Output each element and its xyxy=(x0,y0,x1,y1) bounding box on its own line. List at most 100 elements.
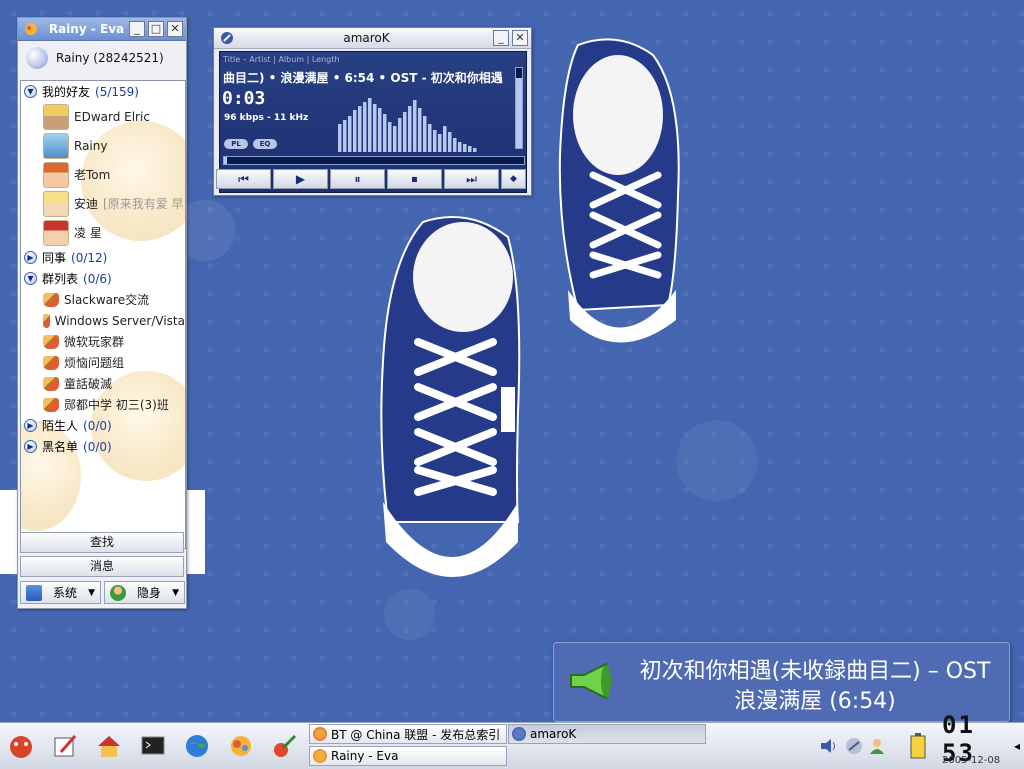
task-button-amarok[interactable]: amaroK xyxy=(508,724,706,744)
analyzer-bar xyxy=(453,138,457,152)
analyzer-bar xyxy=(418,108,422,152)
search-button[interactable]: 查找 xyxy=(20,532,184,553)
avatar xyxy=(43,219,69,246)
analyzer-bar xyxy=(403,112,407,152)
eva-window-title: Rainy - Eva xyxy=(48,22,125,36)
qun-name: 微软玩家群 xyxy=(64,335,125,349)
eva-app-icon xyxy=(22,20,40,38)
friend-item[interactable]: Rainy xyxy=(21,131,185,160)
friend-item[interactable]: EDward Elric xyxy=(21,102,185,131)
amarok-launcher-icon[interactable] xyxy=(270,731,300,761)
status-menu-button[interactable]: 隐身 ▼ xyxy=(104,581,185,604)
qun-item[interactable]: 郧都中学 初三(3)班 xyxy=(21,394,185,415)
group-friends[interactable]: ▼ 我的好友 (5/159) xyxy=(21,81,185,102)
minimize-button[interactable]: _ xyxy=(129,21,145,37)
friend-item[interactable]: 安迪 [原来我有爱 早 xyxy=(21,189,185,218)
analyzer-bar xyxy=(433,130,437,152)
pause-button[interactable]: ⏸ xyxy=(330,169,385,189)
analyzer-bar xyxy=(368,98,372,152)
browser-globe-icon[interactable] xyxy=(182,731,212,761)
eva-icon xyxy=(313,749,327,763)
volume-icon[interactable] xyxy=(818,731,840,761)
editor-icon[interactable] xyxy=(50,731,80,761)
qun-item[interactable]: 烦恼问题组 xyxy=(21,352,185,373)
group-qun[interactable]: ▼ 群列表 (0/6) xyxy=(21,268,185,289)
contact-list[interactable]: ▼ 我的好友 (5/159) EDward Elric Rainy 老Tom 安… xyxy=(20,80,186,549)
analyzer-bar xyxy=(398,118,402,152)
volume-level xyxy=(516,77,522,148)
analyzer-bar xyxy=(378,108,382,152)
equalizer-toggle-button[interactable]: EQ xyxy=(253,139,277,149)
analyzer-bar xyxy=(363,102,367,152)
next-track-button[interactable]: ⏭ xyxy=(444,169,499,189)
maximize-button[interactable]: □ xyxy=(148,21,164,37)
friend-name: Rainy xyxy=(74,138,108,153)
analyzer-bar xyxy=(468,146,472,152)
home-folder-icon[interactable] xyxy=(94,731,124,761)
qun-item[interactable]: Windows Server/Vista xyxy=(21,310,185,331)
analyzer-bar xyxy=(358,106,362,152)
group-blacklist[interactable]: ▶ 黑名单 (0/0) xyxy=(21,436,185,457)
eva-tray-icon[interactable] xyxy=(866,731,888,761)
analyzer-bar xyxy=(388,122,392,152)
user-status-icon[interactable] xyxy=(26,47,48,69)
status-label: 隐身 xyxy=(137,586,162,600)
group-count: (0/6) xyxy=(83,271,112,286)
date-display: 2005-12-08 xyxy=(942,755,1001,766)
qun-item[interactable]: 微软玩家群 xyxy=(21,331,185,352)
expand-icon[interactable]: ▶ xyxy=(24,440,37,453)
seek-slider[interactable] xyxy=(223,156,525,165)
qun-item[interactable]: Slackware交流 xyxy=(21,289,185,310)
group-count: (0/0) xyxy=(83,418,112,433)
system-menu-button[interactable]: 系统 ▼ xyxy=(20,581,101,604)
group-icon xyxy=(43,376,59,391)
play-button[interactable]: ▶ xyxy=(273,169,328,189)
volume-slider[interactable] xyxy=(515,67,523,149)
eva-launcher-icon[interactable] xyxy=(226,731,256,761)
collapse-icon[interactable]: ▼ xyxy=(24,272,37,285)
playlist-toggle-button[interactable]: PL xyxy=(224,139,248,149)
stop-button[interactable]: ⏹ xyxy=(387,169,442,189)
hide-panel-arrow-icon[interactable]: ◂ xyxy=(1010,731,1024,761)
display-header: Title – Artist | Album | Length xyxy=(223,55,340,64)
eva-user-header[interactable]: Rainy (28242521) xyxy=(18,41,186,75)
close-button[interactable]: ✕ xyxy=(512,30,528,46)
analyzer-bar xyxy=(438,134,442,152)
qun-name: Slackware交流 xyxy=(64,293,150,307)
previous-track-button[interactable]: ⏮ xyxy=(216,169,271,189)
friend-name: EDward Elric xyxy=(74,109,150,124)
sneaker-top-right xyxy=(558,38,680,343)
amarok-tray-icon[interactable] xyxy=(843,731,865,761)
seek-progress xyxy=(224,157,227,164)
qun-item[interactable]: 童話破滅 xyxy=(21,373,185,394)
analyzer-bar xyxy=(343,120,347,152)
close-button[interactable]: ✕ xyxy=(167,21,183,37)
terminal-icon[interactable] xyxy=(138,731,168,761)
visualizer-button[interactable]: ◆ xyxy=(501,169,526,189)
qun-name: 郧都中学 初三(3)班 xyxy=(64,398,169,412)
expand-icon[interactable]: ▶ xyxy=(24,251,37,264)
collapse-icon[interactable]: ▼ xyxy=(24,85,37,98)
task-button-browser[interactable]: BT @ China 联盟 - 发布总索引 xyxy=(309,724,507,744)
osd-title: 初次和你相遇(未收録曲目二) – OST xyxy=(639,659,991,684)
qun-name: Windows Server/Vista xyxy=(54,313,185,328)
friend-item[interactable]: 凌 星 xyxy=(21,218,185,247)
battery-icon[interactable] xyxy=(904,731,932,761)
task-button-eva[interactable]: Rainy - Eva xyxy=(309,746,507,766)
eva-titlebar[interactable]: Rainy - Eva _ □ ✕ xyxy=(18,18,186,41)
amarok-icon xyxy=(512,727,526,741)
amarok-titlebar[interactable]: amaroK _ ✕ xyxy=(214,28,531,49)
friend-item[interactable]: 老Tom xyxy=(21,160,185,189)
minimize-button[interactable]: _ xyxy=(493,30,509,46)
group-colleagues[interactable]: ▶ 同事 (0/12) xyxy=(21,247,185,268)
group-strangers[interactable]: ▶ 陌生人 (0/0) xyxy=(21,415,185,436)
qun-name: 童話破滅 xyxy=(64,377,113,391)
start-menu-icon[interactable] xyxy=(6,731,36,761)
message-button[interactable]: 消息 xyxy=(20,556,184,577)
eva-user-name: Rainy (28242521) xyxy=(56,51,164,65)
clock-display[interactable]: 01 53 xyxy=(942,711,1004,767)
elapsed-time[interactable]: 0:03 xyxy=(222,88,265,109)
expand-icon[interactable]: ▶ xyxy=(24,419,37,432)
avatar xyxy=(43,132,69,159)
analyzer-bar xyxy=(428,124,432,152)
